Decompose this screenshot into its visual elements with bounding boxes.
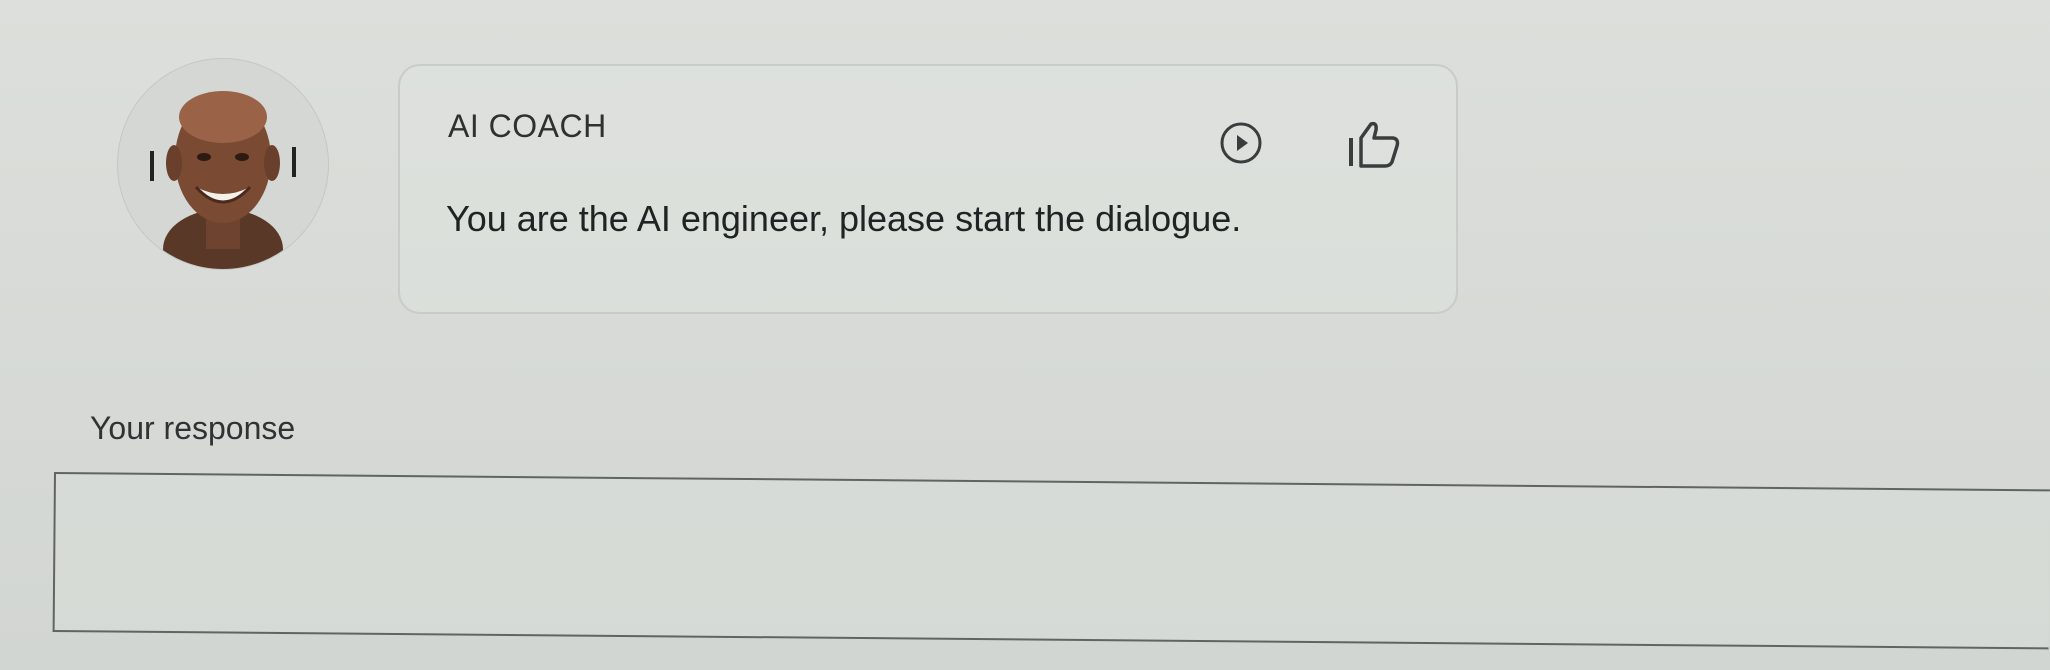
- coach-avatar: [117, 58, 329, 270]
- response-input[interactable]: [52, 472, 2050, 650]
- play-icon: [1220, 122, 1262, 164]
- avatar-icon: [150, 91, 296, 269]
- response-label: Your response: [90, 410, 296, 446]
- thumbs-up-icon: [1349, 121, 1400, 168]
- like-button[interactable]: [1345, 118, 1403, 170]
- play-audio-button[interactable]: [1218, 120, 1264, 166]
- coach-screen: AI COACH You are the AI engineer, please…: [0, 0, 2050, 670]
- coach-message-card: [398, 64, 1458, 314]
- coach-name: AI COACH: [448, 108, 607, 144]
- coach-message: You are the AI engineer, please start th…: [446, 198, 1242, 239]
